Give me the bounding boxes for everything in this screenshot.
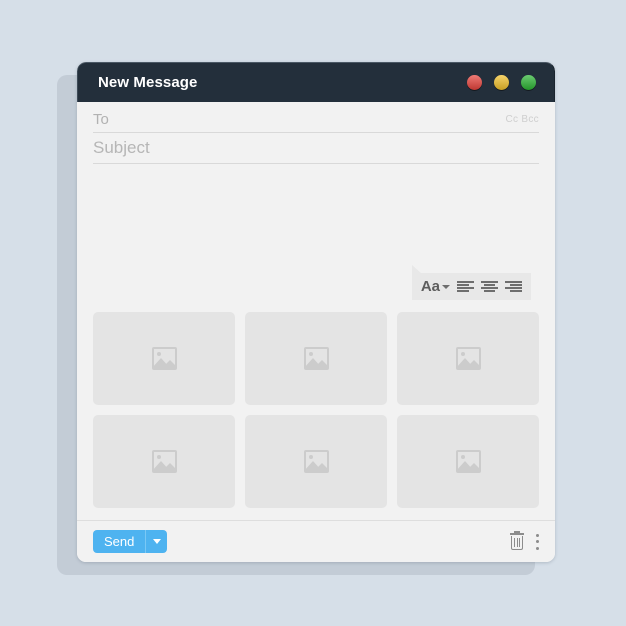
attachment-thumbnail[interactable] (245, 415, 387, 508)
send-options-button[interactable] (145, 530, 168, 553)
minimize-button[interactable] (494, 75, 509, 90)
subject-field-row[interactable]: Subject (93, 133, 539, 164)
to-field-row[interactable]: To Cc Bcc (93, 102, 539, 133)
image-placeholder-icon (303, 450, 329, 473)
window-title: New Message (98, 74, 198, 91)
attachment-thumbnail[interactable] (245, 312, 387, 405)
footer-actions (510, 531, 539, 550)
close-button[interactable] (467, 75, 482, 90)
image-placeholder-icon (151, 347, 177, 370)
font-style-label: Aa (420, 278, 440, 295)
message-body-area[interactable]: Aa (93, 164, 539, 312)
window-controls (467, 75, 536, 90)
align-right-icon[interactable] (505, 280, 522, 294)
more-options-icon[interactable] (535, 533, 539, 550)
font-style-button[interactable]: Aa (421, 279, 450, 294)
image-placeholder-icon (455, 450, 481, 473)
chevron-down-icon (442, 284, 450, 289)
chevron-down-icon (152, 539, 161, 544)
attachment-thumbnail[interactable] (93, 415, 235, 508)
send-button[interactable]: Send (93, 530, 146, 553)
send-split-button: Send (93, 530, 168, 553)
attachment-thumbnail[interactable] (397, 415, 539, 508)
align-left-icon[interactable] (457, 280, 474, 294)
trash-icon[interactable] (510, 531, 524, 550)
action-bar: Send (77, 520, 555, 562)
format-toolbar: Aa (411, 265, 531, 300)
subject-field-label: Subject (93, 138, 150, 157)
compose-body: To Cc Bcc Subject Aa (77, 102, 555, 520)
to-field-label: To (93, 110, 109, 128)
image-placeholder-icon (303, 347, 329, 370)
align-center-icon[interactable] (481, 280, 498, 294)
compose-window: New Message To Cc Bcc Subject Aa Send (77, 62, 555, 562)
cc-bcc-toggle[interactable]: Cc Bcc (506, 114, 539, 125)
attachment-grid (93, 312, 539, 520)
title-bar[interactable]: New Message (77, 62, 555, 102)
image-placeholder-icon (455, 347, 481, 370)
attachment-thumbnail[interactable] (93, 312, 235, 405)
maximize-button[interactable] (521, 75, 536, 90)
image-placeholder-icon (151, 450, 177, 473)
attachment-thumbnail[interactable] (397, 312, 539, 405)
